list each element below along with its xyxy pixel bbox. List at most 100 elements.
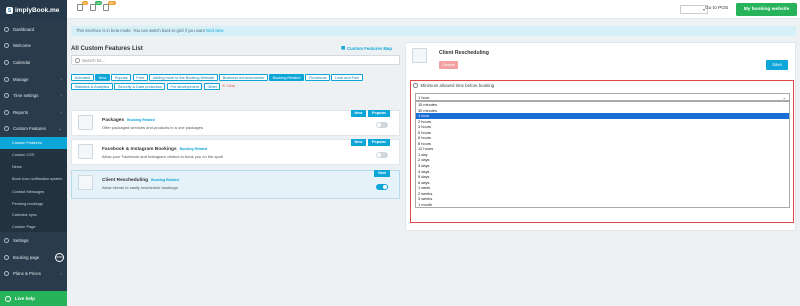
card-title: Packages Booking Related (102, 118, 155, 123)
sidebar-subitem-custom-page[interactable]: Custom Page (0, 221, 67, 233)
sidebar-item-booking-page[interactable]: Booking page 53% (0, 249, 67, 266)
logo-badge: S (6, 7, 13, 14)
card-ribbons: New Popular (350, 110, 390, 117)
min-time-select[interactable]: 1 hour ⌄ (415, 93, 790, 101)
clear-label: Clear (226, 84, 236, 88)
tag-business-enhancements[interactable]: Business enhancements (219, 74, 268, 81)
sidebar-item-label: Booking page (13, 254, 40, 260)
tag-adding-more[interactable]: Adding more to the Booking Website (149, 74, 218, 81)
detail-title: Client Rescheduling (439, 50, 489, 56)
sidebar-item-label: Calendar (13, 59, 31, 65)
chevron-down-icon: ⌄ (58, 126, 62, 132)
sidebar-item-label: Welcome (13, 43, 31, 49)
sidebar-subitem-custom-css[interactable]: Custom CSS (0, 149, 67, 161)
card-category: Booking Related (151, 178, 179, 182)
sidebar-item-plans-prices[interactable]: Plans & Prices › (0, 266, 67, 283)
sidebar: S implyBook.me Dashboard Welcome Calenda… (0, 0, 67, 306)
save-button[interactable]: Save (766, 60, 788, 70)
top-bar: 11 GO 99+ ▾ Go to POS My booking website (67, 0, 800, 19)
map-icon: ▦ (341, 45, 346, 50)
chat-icon (5, 295, 11, 302)
radio-icon[interactable] (413, 83, 418, 88)
sidebar-subitem-book-icon-notification[interactable]: Book Icon notification system (0, 172, 67, 186)
sidebar-item-settings[interactable]: Settings (0, 232, 67, 249)
feature-card-client-rescheduling[interactable]: Client Rescheduling Booking Related Allow… (71, 170, 400, 199)
tag-look-and-feel[interactable]: Look and Feel (331, 74, 363, 81)
tag-popular[interactable]: Popular (111, 74, 132, 81)
setting-label-text: Minimum allowed time before booking (420, 83, 495, 88)
sidebar-item-calendar[interactable]: Calendar (0, 54, 67, 71)
tag-free[interactable]: Free (132, 74, 148, 81)
sidebar-item-reports[interactable]: Reports › (0, 104, 67, 121)
clear-filters-button[interactable]: ✕ Clear (222, 83, 235, 90)
feature-toggle[interactable] (376, 122, 388, 128)
sidebar-subitem-custom-features[interactable]: Custom Features (0, 137, 67, 149)
logo-text: implyBook.me (15, 7, 60, 14)
tag-functional[interactable]: Functional (305, 74, 330, 81)
new-ribbon: New (350, 139, 367, 146)
new-ribbon: New (350, 110, 367, 117)
sidebar-item-custom-features[interactable]: Custom Features ⌄ (0, 121, 67, 138)
card-category: Booking Related (179, 147, 208, 151)
setting-label: Minimum allowed time before booking (413, 83, 494, 88)
popular-ribbon: Popular (367, 139, 390, 146)
user-dropdown[interactable]: ▾ (680, 5, 708, 14)
sidebar-subitem-pending-bookings[interactable]: Pending bookings (0, 198, 67, 210)
sidebar-item-manage[interactable]: Manage › (0, 71, 67, 88)
feature-toggle[interactable] (376, 184, 388, 190)
sidebar-item-time-settings[interactable]: Time settings › (0, 87, 67, 104)
feature-detail-panel: Client Rescheduling Disable Save Minimum… (405, 42, 796, 231)
tag-other[interactable]: Other (203, 83, 221, 90)
tag-activated[interactable]: Activated (71, 74, 94, 81)
search-input[interactable]: Search for... (71, 55, 400, 65)
card-category: Booking Related (127, 118, 155, 122)
popular-ribbon: Popular (367, 110, 390, 117)
sidebar-subitem-calendar-sync[interactable]: Calendar sync (0, 209, 67, 221)
logo[interactable]: S implyBook.me (0, 0, 67, 21)
live-help-button[interactable]: Live help (0, 291, 67, 306)
sidebar-item-dashboard[interactable]: Dashboard (0, 21, 67, 38)
top-icons: 11 GO 99+ (77, 1, 116, 11)
feature-card-packages[interactable]: Packages Booking Related Offer packaged s… (71, 110, 400, 136)
card-ribbons: New Popular (350, 139, 390, 146)
min-time-options: 15 minutes 30 minutes 1 hour 2 hours 3 hours… (415, 101, 790, 209)
sidebar-subitem-contact-messages[interactable]: Contact Messages (0, 186, 67, 198)
sidebar-item-label: Manage (13, 76, 29, 82)
feature-card-facebook-instagram[interactable]: Facebook & Instagram Bookings Booking Rel… (71, 139, 400, 165)
sidebar-subitem-news[interactable]: News (0, 160, 67, 172)
chevron-right-icon: › (60, 93, 62, 99)
tasks-count: GO (95, 1, 103, 5)
sidebar-item-label: Settings (13, 238, 29, 244)
tasks-icon[interactable]: GO (90, 1, 103, 11)
card-title: Client Rescheduling Booking Related (102, 178, 179, 183)
tag-new[interactable]: New (95, 74, 110, 81)
go-to-pos-link[interactable]: Go to POS (705, 6, 728, 11)
sidebar-nav: Dashboard Welcome Calendar Manage › Time … (0, 21, 67, 137)
grid-view-link[interactable]: Grid view (206, 28, 223, 33)
features-map-link[interactable]: ▦ Custom Features Map (341, 45, 392, 51)
calendar-alert-icon[interactable]: 99+ (103, 1, 116, 11)
sidebar-item-label: Plans & Prices (13, 271, 41, 277)
manage-icon (4, 76, 9, 82)
puzzle-icon (4, 126, 9, 132)
search-icon (75, 58, 80, 63)
bell-icon[interactable]: 11 (77, 1, 88, 11)
client-rescheduling-icon (78, 175, 93, 190)
sidebar-item-welcome[interactable]: Welcome (0, 38, 67, 55)
filter-tags: Activated New Popular Free Adding more t… (71, 74, 400, 90)
dropdown-option[interactable]: 1 month (416, 202, 789, 208)
feature-toggle[interactable] (376, 152, 388, 158)
my-booking-website-button[interactable]: My booking website (736, 3, 797, 16)
tag-statistics[interactable]: Statistics & Analytics (71, 83, 113, 90)
chevron-right-icon: › (60, 76, 62, 82)
disable-button[interactable]: Disable (439, 61, 458, 69)
tag-security[interactable]: Security & Data protection (114, 83, 166, 90)
tag-booking-related[interactable]: Booking Related (269, 74, 304, 81)
chevron-right-icon: › (60, 109, 62, 115)
card-title-text: Facebook & Instagram Bookings (102, 147, 177, 152)
packages-icon (78, 115, 93, 130)
tag-for-development[interactable]: For development (166, 83, 203, 90)
select-value: 1 hour (418, 95, 430, 100)
client-rescheduling-icon (412, 48, 427, 63)
reports-icon (4, 109, 9, 115)
